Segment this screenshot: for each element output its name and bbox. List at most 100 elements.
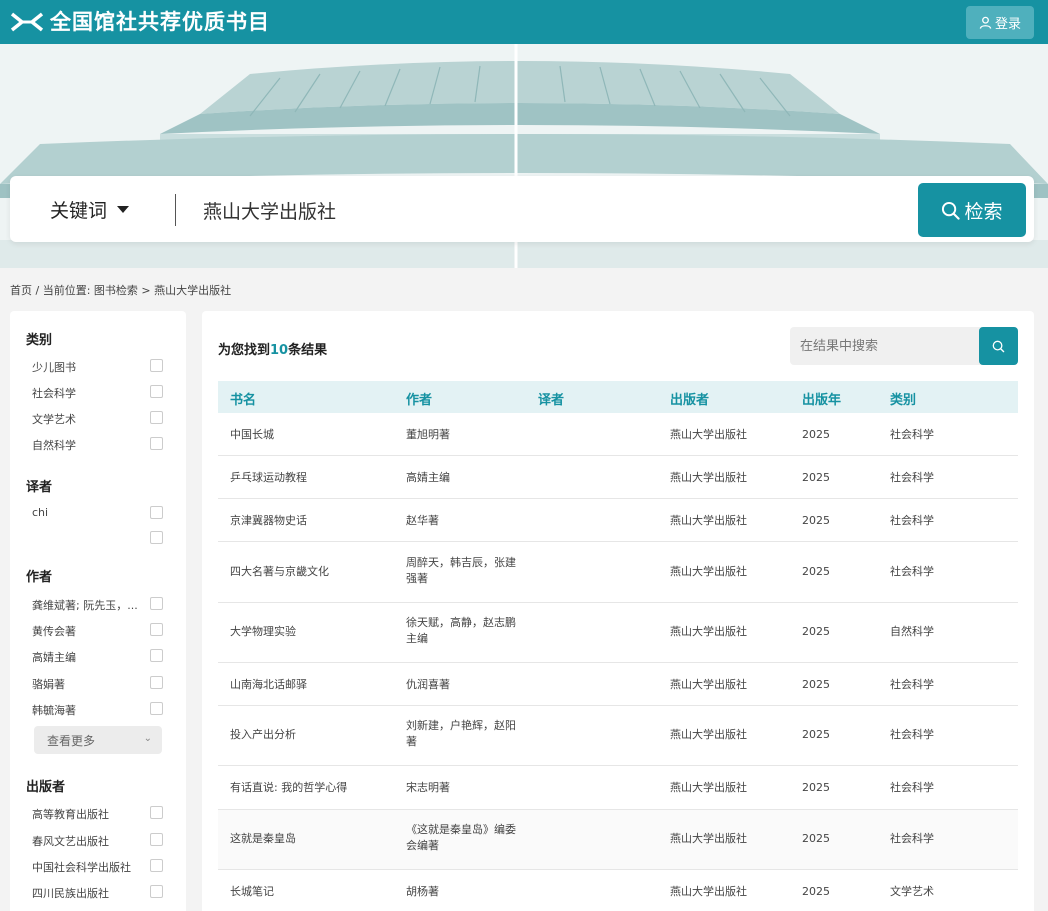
facet-checkbox[interactable] [150,411,163,424]
search-type-dropdown[interactable]: 关键词 [50,196,130,223]
search-input[interactable] [203,193,903,227]
facet-checkbox[interactable] [150,597,163,610]
facet-item[interactable]: 龚维斌著; 阮先玉，... [32,595,166,613]
facet-item[interactable]: 文学艺术 [32,409,166,427]
table-header: 书名 作者 译者 出版者 出版年 类别 [218,381,1018,413]
search-type-label: 关键词 [50,200,108,222]
site-logo[interactable]: 全国馆社共荐优质书目 [10,10,270,34]
facet-checkbox[interactable] [150,676,163,689]
facet-checkbox[interactable] [150,833,163,846]
search-icon [992,340,1005,352]
book-title-link[interactable]: 乒乓球运动教程 [230,470,307,486]
facet-item[interactable]: 黄传会著 [32,621,166,639]
facet-title-category: 类别 [26,333,53,348]
book-title-link[interactable]: 有话直说: 我的哲学心得 [230,780,347,796]
facet-checkbox[interactable] [150,885,163,898]
column-header-author[interactable]: 作者 [406,389,518,408]
book-year: 2025 [802,781,830,794]
table-row[interactable]: 山南海北话邮驿 仇润喜著 燕山大学出版社 2025 社会科学 [218,663,1018,706]
book-year: 2025 [802,728,830,741]
table-row[interactable]: 有话直说: 我的哲学心得 宋志明著 燕山大学出版社 2025 社会科学 [218,766,1018,810]
search-bar: 关键词 检索 [10,176,1034,242]
facet-item[interactable]: 中国社会科学出版社 [32,857,166,875]
facet-item[interactable]: 少儿图书 [32,357,166,375]
show-more-label: 查看更多 [47,734,96,748]
facet-item[interactable]: 四川民族出版社 [32,883,166,901]
column-header-translator[interactable]: 译者 [538,389,564,408]
user-icon [979,16,992,29]
book-title-link[interactable]: 这就是秦皇岛 [230,831,296,847]
facet-item-label: 自然科学 [32,439,76,452]
facet-checkbox[interactable] [150,385,163,398]
caret-down-icon [117,206,130,213]
book-category: 社会科学 [890,428,934,441]
book-author: 徐天赋，高静，赵志鹏主编 [406,616,516,645]
facet-item[interactable]: 韩毓海著 [32,700,166,718]
facet-checkbox[interactable] [150,437,163,450]
column-header-title[interactable]: 书名 [230,389,256,408]
logo-icon [10,12,44,32]
table-row[interactable]: 四大名著与京畿文化 周醉天，韩吉辰，张建强著 燕山大学出版社 2025 社会科学 [218,542,1018,603]
facet-checkbox[interactable] [150,506,163,519]
table-row[interactable]: 大学物理实验 徐天赋，高静，赵志鹏主编 燕山大学出版社 2025 自然科学 [218,603,1018,663]
book-title-link[interactable]: 四大名著与京畿文化 [230,564,329,580]
table-row[interactable]: 中国长城 董旭明著 燕山大学出版社 2025 社会科学 [218,413,1018,456]
book-publisher: 燕山大学出版社 [670,678,747,691]
facet-item[interactable]: chi [32,504,166,522]
book-title-link[interactable]: 投入产出分析 [230,727,296,743]
book-publisher: 燕山大学出版社 [670,514,747,527]
book-title-link[interactable]: 山南海北话邮驿 [230,677,307,693]
facet-checkbox[interactable] [150,806,163,819]
book-category: 社会科学 [890,514,934,527]
facet-item[interactable]: 春风文艺出版社 [32,831,166,849]
book-category: 文学艺术 [890,885,934,898]
facet-item[interactable]: 高婧主编 [32,647,166,665]
facet-item[interactable]: 骆娟著 [32,674,166,692]
facet-item[interactable] [32,529,166,547]
table-row[interactable]: 这就是秦皇岛 《这就是秦皇岛》编委会编著 燕山大学出版社 2025 社会科学 [218,810,1018,870]
results-panel: 为您找到10条结果 书名 作者 译者 出版者 出版年 类别 中国长城 董旭明著 … [202,311,1034,911]
login-button[interactable]: 登录 [966,6,1034,39]
facet-item-label: 韩毓海著 [32,704,76,717]
facet-checkbox[interactable] [150,859,163,872]
facet-item-label: chi [32,506,49,519]
book-publisher: 燕山大学出版社 [670,781,747,794]
book-title-link[interactable]: 京津冀器物史话 [230,513,307,529]
search-button[interactable]: 检索 [918,183,1026,237]
table-row[interactable]: 投入产出分析 刘新建，户艳辉，赵阳著 燕山大学出版社 2025 社会科学 [218,706,1018,766]
facet-item-label: 文学艺术 [32,413,76,426]
facet-checkbox[interactable] [150,702,163,715]
book-title-link[interactable]: 中国长城 [230,427,274,443]
top-bar: 全国馆社共荐优质书目 登录 [0,0,1048,44]
site-title: 全国馆社共荐优质书目 [50,10,270,34]
book-publisher: 燕山大学出版社 [670,832,747,845]
facet-checkbox[interactable] [150,623,163,636]
book-publisher: 燕山大学出版社 [670,428,747,441]
facet-item[interactable]: 自然科学 [32,435,166,453]
refine-search-button[interactable] [979,327,1018,365]
column-header-category[interactable]: 类别 [890,389,916,408]
table-row[interactable]: 京津冀器物史话 赵华著 燕山大学出版社 2025 社会科学 [218,499,1018,542]
facet-checkbox[interactable] [150,359,163,372]
book-category: 自然科学 [890,625,934,638]
facet-item-label: 骆娟著 [32,678,65,691]
column-header-publisher[interactable]: 出版者 [670,389,709,408]
table-row[interactable]: 乒乓球运动教程 高婧主编 燕山大学出版社 2025 社会科学 [218,456,1018,499]
book-title-link[interactable]: 长城笔记 [230,884,274,900]
refine-search-input[interactable] [800,336,970,356]
book-title-link[interactable]: 大学物理实验 [230,624,296,640]
facet-item[interactable]: 高等教育出版社 [32,804,166,822]
show-more-button[interactable]: 查看更多 ⌄ [34,726,162,754]
facet-item-label: 春风文艺出版社 [32,835,109,848]
book-category: 社会科学 [890,781,934,794]
facet-item[interactable]: 社会科学 [32,383,166,401]
book-year: 2025 [802,678,830,691]
facet-item-label: 少儿图书 [32,361,76,374]
column-header-year[interactable]: 出版年 [802,389,841,408]
book-author: 董旭明著 [406,428,450,441]
table-row[interactable]: 长城笔记 胡杨著 燕山大学出版社 2025 文学艺术 [218,870,1018,911]
book-author: 高婧主编 [406,471,450,484]
facet-checkbox[interactable] [150,531,163,544]
facet-checkbox[interactable] [150,649,163,662]
book-category: 社会科学 [890,471,934,484]
